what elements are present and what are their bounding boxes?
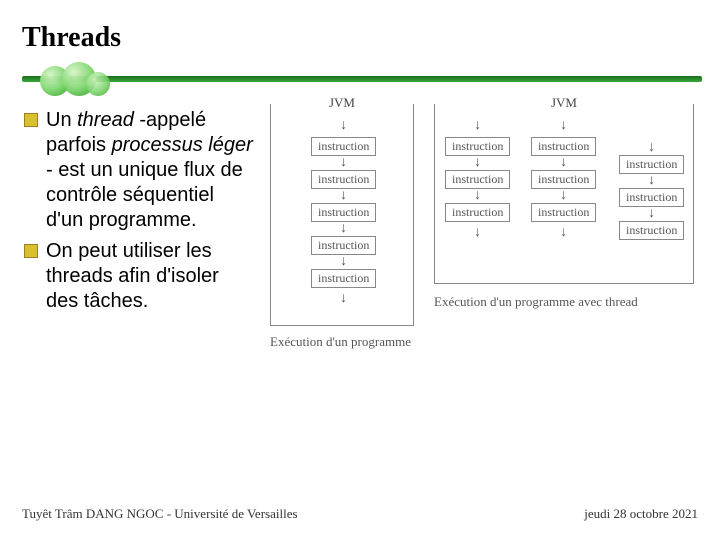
bullet-square-icon bbox=[24, 244, 38, 258]
caption-multi: Exécution d'un programme avec thread bbox=[434, 294, 694, 310]
arrow-down-icon: ↓ bbox=[474, 224, 481, 242]
text-fragment: On peut utiliser les threads afin d'isol… bbox=[46, 240, 219, 312]
arrow-down-icon: ↓ bbox=[474, 117, 481, 135]
arrow-down-icon: ↓ bbox=[474, 191, 481, 201]
instruction-box: instruction bbox=[445, 170, 510, 189]
arrow-down-icon: ↓ bbox=[648, 143, 655, 153]
text-italic: processus léger bbox=[112, 134, 253, 156]
arrow-down-icon: ↓ bbox=[340, 191, 347, 201]
arrow-down-icon: ↓ bbox=[560, 117, 567, 135]
slide-footer: Tuyêt Trâm DANG NGOC - Université de Ver… bbox=[22, 506, 698, 522]
instruction-column: ↓ instruction ↓ instruction ↓ instructio… bbox=[619, 143, 684, 240]
arrow-down-icon: ↓ bbox=[474, 158, 481, 168]
instruction-box: instruction bbox=[531, 170, 596, 189]
arrow-down-icon: ↓ bbox=[340, 290, 347, 308]
arrow-down-icon: ↓ bbox=[560, 191, 567, 201]
arrow-down-icon: ↓ bbox=[340, 158, 347, 168]
instruction-box: instruction bbox=[619, 188, 684, 207]
slide-title: Threads bbox=[22, 22, 121, 54]
footer-author: Tuyêt Trâm DANG NGOC - Université de Ver… bbox=[22, 506, 298, 522]
bullet-item: On peut utiliser les threads afin d'isol… bbox=[24, 239, 254, 314]
header-decoration bbox=[22, 60, 702, 100]
bullet-item: Un thread -appelé parfois processus lége… bbox=[24, 108, 254, 233]
bullet-text: Un thread -appelé parfois processus lége… bbox=[46, 108, 254, 233]
instruction-box: instruction bbox=[531, 203, 596, 222]
arrow-down-icon: ↓ bbox=[340, 117, 347, 135]
arrow-down-icon: ↓ bbox=[340, 224, 347, 234]
text-fragment: - est un unique flux de contrôle séquent… bbox=[46, 159, 243, 231]
instruction-box: instruction bbox=[311, 236, 376, 255]
instruction-column: ↓ instruction ↓ instruction ↓ instructio… bbox=[445, 117, 510, 242]
instruction-box: instruction bbox=[531, 137, 596, 156]
arrow-down-icon: ↓ bbox=[560, 158, 567, 168]
text-fragment: Un bbox=[46, 109, 77, 131]
instruction-box: instruction bbox=[619, 155, 684, 174]
bullet-text: On peut utiliser les threads afin d'isol… bbox=[46, 239, 254, 314]
arrow-down-icon: ↓ bbox=[340, 257, 347, 267]
instruction-box: instruction bbox=[619, 221, 684, 240]
diagram-area: JVM ↓ instruction ↓ instruction ↓ instru… bbox=[260, 100, 700, 380]
instruction-box: instruction bbox=[311, 137, 376, 156]
instruction-box: instruction bbox=[445, 203, 510, 222]
header-bar bbox=[22, 76, 702, 82]
instruction-box: instruction bbox=[445, 137, 510, 156]
circle-icon bbox=[86, 72, 110, 96]
instruction-box: instruction bbox=[311, 203, 376, 222]
instruction-box: instruction bbox=[311, 269, 376, 288]
jvm-label-text: JVM bbox=[321, 95, 363, 110]
jvm-label-text: JVM bbox=[543, 95, 585, 110]
jvm-box-multi: JVM ↓ instruction ↓ instruction ↓ instru… bbox=[434, 104, 694, 284]
bullet-square-icon bbox=[24, 113, 38, 127]
caption-single: Exécution d'un programme bbox=[270, 334, 420, 350]
footer-date: jeudi 28 octobre 2021 bbox=[584, 506, 698, 522]
jvm-box-single: JVM ↓ instruction ↓ instruction ↓ instru… bbox=[270, 104, 414, 326]
instruction-column: ↓ instruction ↓ instruction ↓ instructio… bbox=[311, 117, 376, 308]
bullet-list: Un thread -appelé parfois processus lége… bbox=[24, 108, 254, 320]
arrow-down-icon: ↓ bbox=[648, 176, 655, 186]
instruction-column: ↓ instruction ↓ instruction ↓ instructio… bbox=[531, 117, 596, 242]
arrow-down-icon: ↓ bbox=[648, 209, 655, 219]
text-italic: thread bbox=[77, 109, 134, 131]
instruction-box: instruction bbox=[311, 170, 376, 189]
arrow-down-icon: ↓ bbox=[560, 224, 567, 242]
